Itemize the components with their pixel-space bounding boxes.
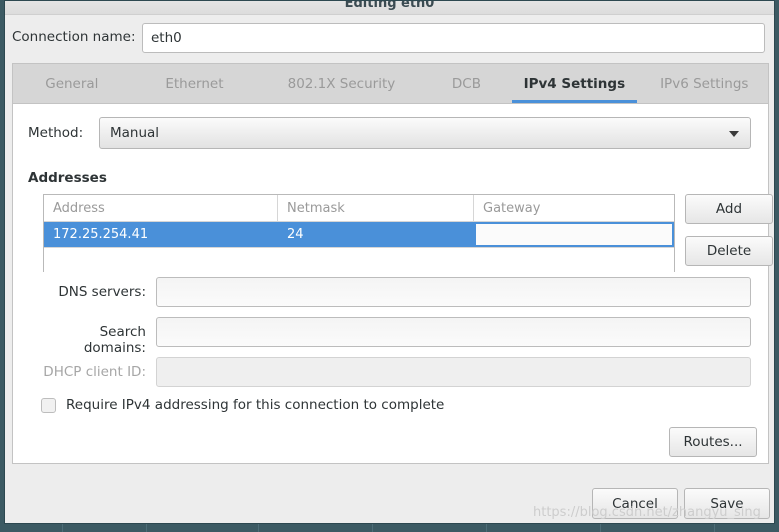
table-row[interactable]: 172.25.254.41 24 (44, 222, 674, 247)
tab-ethernet[interactable]: Ethernet (131, 64, 258, 103)
require-ipv4-row[interactable]: Require IPv4 addressing for this connect… (41, 397, 444, 413)
settings-tab-bar: General Ethernet 802.1X Security DCB IPv… (12, 63, 769, 103)
desktop-tick (146, 524, 147, 532)
desktop-tick (372, 524, 373, 532)
desktop-bottom-strip (0, 524, 779, 532)
search-domains-label: Search domains: (83, 324, 146, 356)
desktop-tick (486, 524, 487, 532)
dhcp-client-id-label: DHCP client ID: (43, 364, 146, 380)
dns-servers-label: DNS servers: (58, 284, 146, 300)
connection-name-input[interactable]: eth0 (142, 23, 765, 53)
require-ipv4-checkbox[interactable] (41, 397, 56, 413)
delete-address-button[interactable]: Delete (685, 236, 773, 266)
addresses-table: Address Netmask Gateway 172.25.254.41 24 (43, 194, 675, 272)
add-address-button[interactable]: Add (685, 194, 773, 224)
column-header-gateway[interactable]: Gateway (474, 195, 674, 221)
chevron-down-icon (729, 131, 739, 137)
desktop-background: Editing eth0 Connection name: eth0 Gener… (0, 0, 779, 532)
tab-8021x-security[interactable]: 802.1X Security (258, 64, 425, 103)
addresses-table-header: Address Netmask Gateway (44, 195, 674, 222)
desktop-tick (714, 524, 715, 532)
dns-servers-input[interactable] (156, 277, 751, 307)
table-empty-row[interactable] (44, 247, 674, 272)
window-titlebar[interactable]: Editing eth0 (5, 1, 774, 15)
desktop-tick (600, 524, 601, 532)
dialog-action-bar: Cancel Save (5, 466, 774, 523)
cancel-button[interactable]: Cancel (592, 488, 678, 519)
cell-address[interactable]: 172.25.254.41 (44, 222, 278, 247)
require-ipv4-label: Require IPv4 addressing for this connect… (66, 397, 445, 413)
cell-netmask[interactable]: 24 (278, 222, 474, 247)
addresses-section-label: Addresses (28, 170, 107, 186)
save-button[interactable]: Save (684, 488, 770, 519)
desktop-tick (62, 524, 63, 532)
tab-ipv4-settings[interactable]: IPv4 Settings (508, 64, 641, 103)
editing-connection-window: Editing eth0 Connection name: eth0 Gener… (4, 0, 775, 524)
connection-name-label: Connection name: (12, 29, 136, 45)
routes-button[interactable]: Routes... (669, 427, 757, 457)
cell-gateway-editor[interactable] (474, 222, 674, 247)
tab-general[interactable]: General (13, 64, 131, 103)
desktop-tick (258, 524, 259, 532)
dhcp-client-id-input (156, 357, 751, 387)
method-selected-value: Manual (110, 125, 160, 141)
column-header-netmask[interactable]: Netmask (278, 195, 474, 221)
tab-dcb[interactable]: DCB (425, 64, 509, 103)
tab-ipv6-settings[interactable]: IPv6 Settings (641, 64, 768, 103)
method-label: Method: (28, 125, 84, 141)
connection-name-row: Connection name: eth0 (5, 15, 774, 61)
method-dropdown[interactable]: Manual (99, 117, 751, 149)
window-title: Editing eth0 (344, 0, 435, 11)
ipv4-settings-panel: Method: Manual Addresses Address Netmask… (12, 103, 773, 464)
column-header-address[interactable]: Address (44, 195, 278, 221)
search-domains-input[interactable] (156, 317, 751, 347)
